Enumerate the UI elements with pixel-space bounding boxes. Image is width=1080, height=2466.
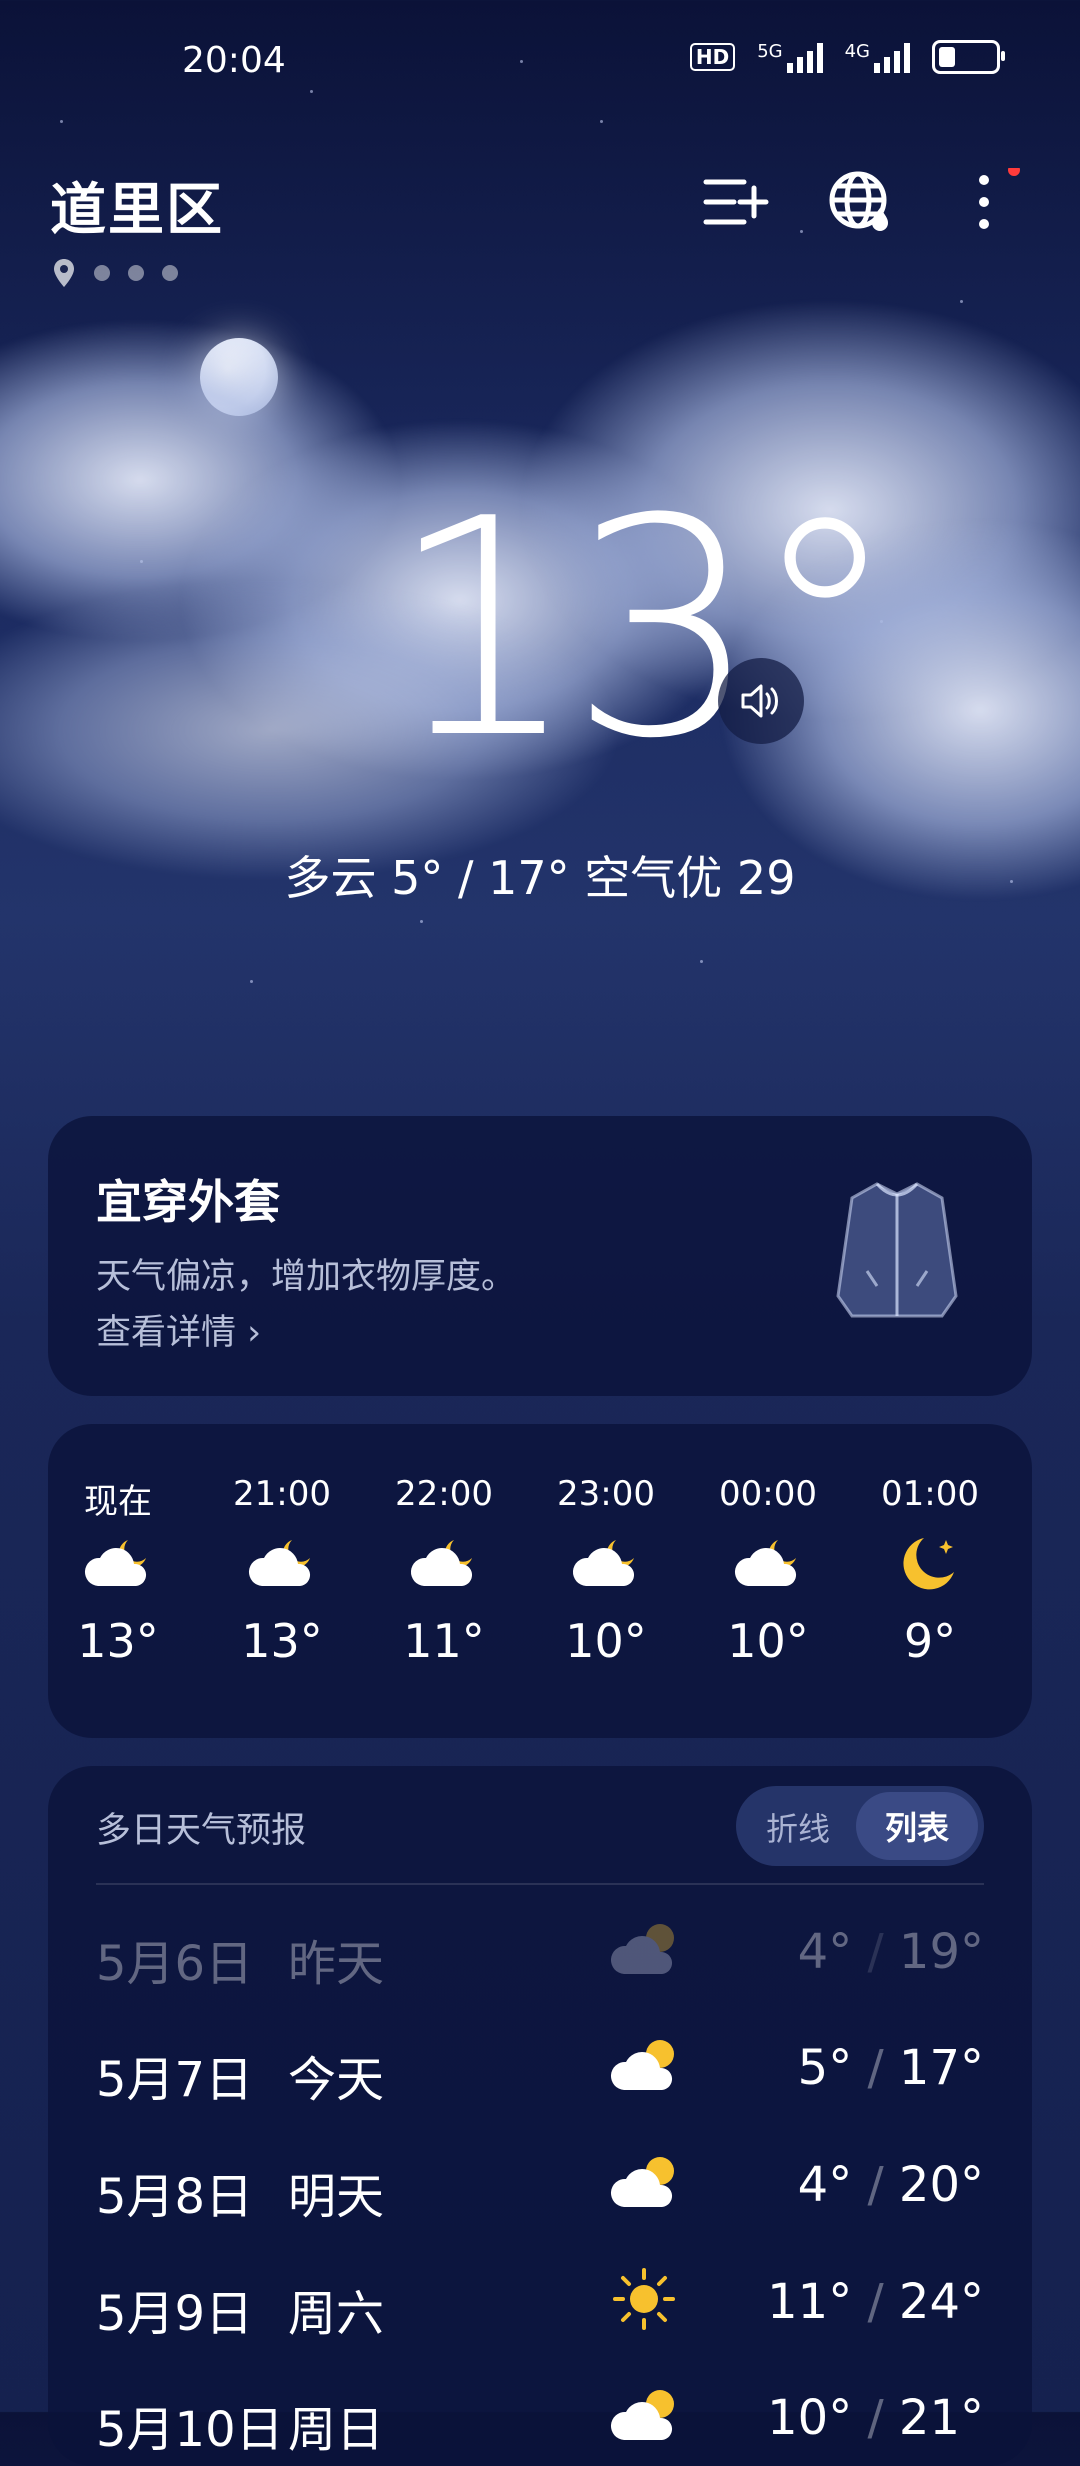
forecast-row[interactable]: 5月8日 明天 4° / 20° <box>96 2143 984 2225</box>
partly-cloudy-day-icon <box>610 2390 674 2440</box>
forecast-row[interactable]: 5月6日 昨天 4° / 19° <box>96 1910 984 1992</box>
battery-icon <box>932 40 1005 74</box>
clothing-title: 宜穿外套 <box>96 1175 280 1229</box>
view-details-link[interactable]: 查看详情 › <box>96 1304 261 1355</box>
signal-5g-icon: 5G <box>757 41 823 73</box>
hd-icon: HD <box>689 43 736 71</box>
voice-broadcast-button[interactable] <box>718 658 804 744</box>
hourly-item: 00:00 10° <box>719 1474 817 1668</box>
globe-icon[interactable] <box>826 168 896 238</box>
clear-night-moon-icon <box>903 1538 954 1590</box>
partly-cloudy-night-icon <box>248 1540 311 1586</box>
page-dot <box>94 265 110 281</box>
current-temperature: 13° <box>388 455 900 804</box>
toggle-list[interactable]: 列表 <box>856 1792 978 1860</box>
page-dot <box>128 265 144 281</box>
manage-cities-icon[interactable] <box>700 168 770 238</box>
clothing-advice-card[interactable]: 宜穿外套 天气偏凉，增加衣物厚度。 查看详情 › <box>48 1116 1032 1396</box>
signal-4g-icon: 4G <box>845 41 910 73</box>
sunny-icon <box>613 2268 675 2330</box>
speaker-icon <box>741 684 778 718</box>
notification-badge <box>1008 168 1020 176</box>
city-title[interactable]: 道里区 <box>50 165 224 246</box>
partly-cloudy-night-icon <box>84 1540 147 1586</box>
partly-cloudy-night-icon <box>572 1540 635 1586</box>
more-options-icon[interactable] <box>950 168 1020 238</box>
page-indicator <box>52 258 178 288</box>
daily-forecast-card: 多日天气预报 折线 列表 5月6日 昨天 4° / 19° 5月7日 今天 5°… <box>48 1766 1032 2466</box>
status-time: 20:04 <box>182 40 286 81</box>
status-bar: 20:04 HD 5G 4G <box>0 36 1080 86</box>
hourly-forecast-card[interactable]: 现在 13° 21:00 13° 22:00 11° 23:00 10° 00:… <box>48 1424 1032 1738</box>
hourly-item: 21:00 13° <box>233 1474 331 1668</box>
jacket-icon <box>836 1182 958 1318</box>
partly-cloudy-night-icon <box>734 1540 797 1586</box>
hourly-item: 23:00 10° <box>557 1474 655 1668</box>
partly-cloudy-day-icon <box>610 2040 674 2090</box>
hourly-item: 01:00 9° <box>881 1474 979 1668</box>
cloudy-icon <box>610 1924 674 1974</box>
view-toggle[interactable]: 折线 列表 <box>736 1786 984 1866</box>
status-icons: HD 5G 4G <box>689 40 1005 74</box>
forecast-title: 多日天气预报 <box>96 1811 307 1851</box>
forecast-row[interactable]: 5月9日 周六 11° / 24° <box>96 2260 984 2342</box>
clothing-subtitle: 天气偏凉，增加衣物厚度。 <box>96 1257 517 1297</box>
divider <box>96 1883 984 1885</box>
partly-cloudy-night-icon <box>410 1540 473 1586</box>
weather-summary: 多云 5° / 17° 空气优 29 <box>284 851 796 905</box>
hourly-item: 22:00 11° <box>395 1474 493 1668</box>
forecast-row[interactable]: 5月7日 今天 5° / 17° <box>96 2026 984 2108</box>
page-dot <box>162 265 178 281</box>
partly-cloudy-day-icon <box>610 2157 674 2207</box>
hourly-item: 现在 13° <box>77 1482 159 1668</box>
forecast-row[interactable]: 5月10日 周日 10° / 21° <box>96 2376 984 2458</box>
toggle-line-chart[interactable]: 折线 <box>766 1804 830 1850</box>
location-pin-icon <box>54 259 74 287</box>
